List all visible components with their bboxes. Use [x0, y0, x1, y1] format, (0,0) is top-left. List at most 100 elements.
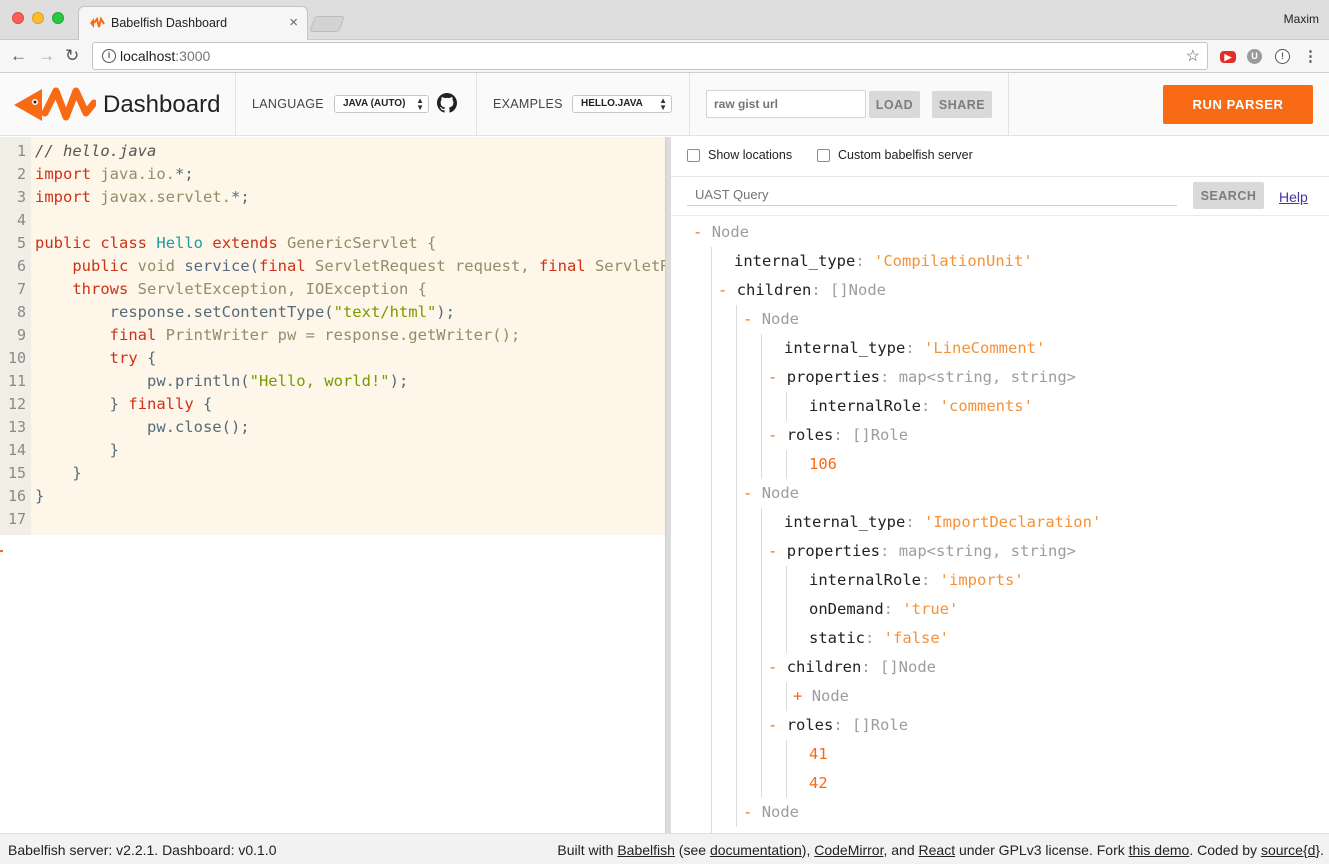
code-token: ServletException, IOException {	[128, 280, 427, 298]
code-line[interactable]: 11 pw.println("Hello, world!");	[0, 370, 665, 393]
custom-server-label[interactable]: Custom babelfish server	[838, 148, 973, 162]
show-locations-checkbox[interactable]	[687, 149, 700, 162]
language-select-value: JAVA (AUTO)	[343, 98, 406, 109]
bookmark-star-icon[interactable]: ☆	[1186, 46, 1200, 66]
ublock-extension-icon[interactable]: U	[1247, 49, 1262, 64]
profile-name[interactable]: Maxim	[1284, 12, 1319, 26]
code-line[interactable]: 4	[0, 209, 665, 232]
code-line[interactable]: 14 }	[0, 439, 665, 462]
youtube-extension-icon[interactable]: ▶	[1220, 51, 1236, 63]
tree-toggle[interactable]: -	[693, 223, 702, 241]
tree-row[interactable]: - Node	[693, 218, 749, 247]
help-link[interactable]: Help	[1279, 189, 1308, 205]
babelfish-link[interactable]: Babelfish	[617, 842, 675, 858]
tree-toggle[interactable]: -	[718, 281, 727, 299]
tree-toggle[interactable]: +	[793, 687, 802, 705]
tree-toggle[interactable]: -	[768, 658, 777, 676]
examples-select[interactable]: HELLO.JAVA ▲ ▼	[572, 95, 672, 113]
tree-guide-line	[786, 682, 787, 711]
code-line[interactable]: 7 throws ServletException, IOException {	[0, 278, 665, 301]
tree-row[interactable]: - properties: map<string, string>	[768, 537, 1076, 566]
new-tab-button[interactable]	[309, 16, 345, 32]
load-button[interactable]: LOAD	[869, 91, 920, 118]
tree-row[interactable]: - properties: map<string, string>	[768, 363, 1076, 392]
codemirror-link[interactable]: CodeMirror	[814, 842, 883, 858]
credits-text: , and	[883, 842, 919, 858]
code-line[interactable]: 5 public class Hello extends GenericServl…	[0, 232, 665, 255]
type-label: []Node	[830, 281, 887, 299]
react-link[interactable]: React	[919, 842, 956, 858]
custom-server-checkbox[interactable]	[817, 149, 830, 162]
close-window-button[interactable]	[12, 12, 24, 24]
run-parser-button[interactable]: RUN PARSER	[1163, 85, 1313, 124]
back-arrow-icon[interactable]: ←	[10, 46, 27, 66]
code-line[interactable]: 16}	[0, 485, 665, 508]
tree-row[interactable]: - children: []Node	[718, 276, 886, 305]
show-locations-label[interactable]: Show locations	[708, 148, 792, 162]
line-number: 14	[7, 441, 26, 459]
number-value: 41	[809, 745, 828, 763]
sourced-link[interactable]: source{d}	[1261, 842, 1320, 858]
code-line[interactable]: 10 try {	[0, 347, 665, 370]
property-colon: :	[883, 600, 903, 618]
code-line[interactable]: 8 response.setContentType("text/html");	[0, 301, 665, 324]
tree-row[interactable]: - Node	[743, 798, 799, 827]
tree-row[interactable]: + Node	[793, 682, 849, 711]
tree-guide-line	[761, 334, 762, 479]
github-icon[interactable]	[437, 93, 457, 113]
code-line[interactable]: 6 public void service(final ServletReque…	[0, 255, 665, 278]
reload-icon[interactable]: ↻	[65, 46, 79, 66]
tree-toggle[interactable]: -	[768, 426, 777, 444]
credits: Built with Babelfish (see documentation)…	[557, 842, 1324, 858]
code-line[interactable]: 2 import java.io.*;	[0, 163, 665, 186]
info-icon[interactable]: i	[102, 49, 116, 63]
tab-close-icon[interactable]: ×	[289, 14, 298, 31]
extension-info-icon[interactable]: !	[1275, 49, 1290, 64]
uast-tree: - Node internal_type: 'CompilationUnit' - …	[671, 217, 1329, 833]
code-token: void	[137, 257, 175, 275]
tree-row[interactable]: - roles: []Role	[768, 711, 908, 740]
fork-demo-link[interactable]: this demo	[1129, 842, 1190, 858]
code-line[interactable]: 3 import javax.servlet.*;	[0, 186, 665, 209]
search-button[interactable]: SEARCH	[1193, 182, 1264, 209]
property-key: internal_type	[734, 252, 856, 270]
minimize-window-button[interactable]	[32, 12, 44, 24]
forward-arrow-icon[interactable]: →	[38, 46, 55, 66]
tree-row[interactable]: - roles: []Role	[768, 421, 908, 450]
tree-toggle[interactable]: -	[743, 310, 752, 328]
code-token: );	[436, 303, 455, 321]
tree-row[interactable]: - children: []Node	[768, 653, 936, 682]
documentation-link[interactable]: documentation	[710, 842, 802, 858]
share-button[interactable]: SHARE	[932, 91, 992, 118]
uast-query-input[interactable]	[687, 184, 1177, 206]
node-label: Node	[761, 310, 800, 328]
tree-toggle[interactable]: -	[768, 542, 777, 560]
code-editor[interactable]: 1// hello.java 2 import java.io.*; 3 import …	[0, 137, 665, 535]
maximize-window-button[interactable]	[52, 12, 64, 24]
code-line[interactable]: 13 pw.close();	[0, 416, 665, 439]
tree-toggle[interactable]: -	[743, 484, 752, 502]
code-line[interactable]: 15 }	[0, 462, 665, 485]
code-line[interactable]: 12 } finally {	[0, 393, 665, 416]
property-colon: :	[880, 368, 899, 386]
property-key: children	[736, 281, 812, 299]
code-line[interactable]: 9 final PrintWriter pw = response.getWri…	[0, 324, 665, 347]
tree-toggle[interactable]: -	[768, 716, 777, 734]
property-key: onDemand	[809, 600, 884, 618]
menu-kebab-icon[interactable]: ⋮	[1303, 49, 1318, 64]
tree-row[interactable]: - Node	[743, 305, 799, 334]
code-line[interactable]: 17	[0, 508, 665, 531]
code-line[interactable]: 1 // hello.java	[0, 140, 665, 163]
tree-row[interactable]: - Node	[743, 479, 799, 508]
url-host: localhost	[120, 48, 176, 64]
tree-row: internal_type: 'LineComment'	[784, 334, 1045, 363]
tree-toggle[interactable]: -	[743, 803, 752, 821]
address-bar[interactable]: i localhost:3000 ☆	[92, 42, 1208, 70]
browser-tab[interactable]: Babelfish Dashboard ×	[78, 6, 308, 40]
language-select[interactable]: JAVA (AUTO) ▲ ▼	[334, 95, 429, 113]
tree-toggle[interactable]: -	[768, 368, 777, 386]
gist-url-input[interactable]	[706, 90, 866, 118]
